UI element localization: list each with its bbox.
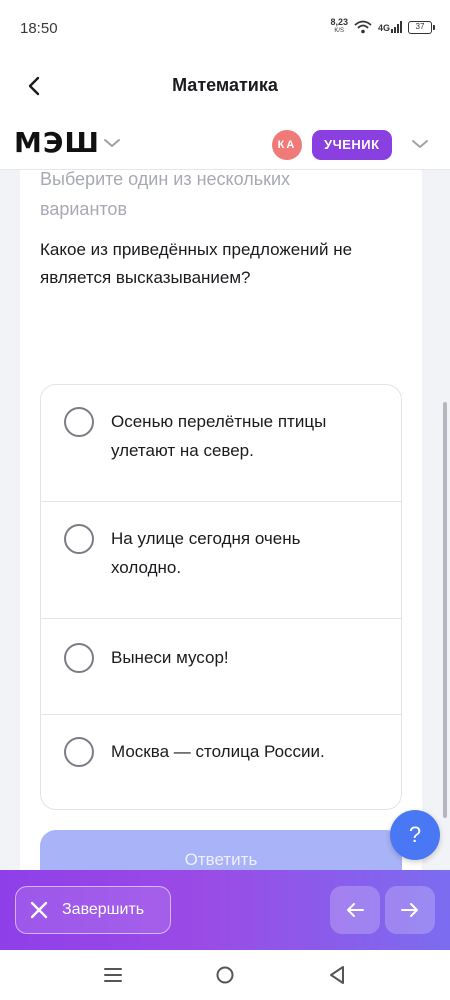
app-header: Математика	[0, 58, 450, 114]
answer-option-label: На улице сегодня очень холодно.	[111, 529, 301, 577]
help-button[interactable]: ?	[390, 810, 440, 860]
next-question-button[interactable]	[385, 886, 435, 934]
net-speed: 8,23 K/S	[330, 18, 348, 36]
network-type: 4G	[377, 23, 390, 33]
answer-options: Осенью перелётные птицы улетают на север…	[40, 384, 402, 810]
cell-signal-icon: 4G	[378, 21, 402, 33]
answer-option-1[interactable]: Осенью перелётные птицы улетают на север…	[41, 385, 401, 502]
status-icons: 8,23 K/S 4G 37	[330, 18, 435, 36]
home-icon	[216, 966, 234, 984]
chevron-down-icon[interactable]	[102, 136, 122, 150]
system-menu-button[interactable]	[100, 962, 126, 988]
task-card: Выберите один из нескольких вариантов Ка…	[20, 169, 422, 890]
system-home-button[interactable]	[212, 962, 238, 988]
answer-option-2[interactable]: На улице сегодня очень холодно.	[41, 502, 401, 619]
task-hint: Выберите один из нескольких вариантов	[40, 169, 291, 219]
radio-button[interactable]	[64, 737, 94, 767]
answer-option-4[interactable]: Москва — столица России.	[41, 715, 401, 809]
net-speed-unit: K/S	[334, 28, 345, 34]
task-question: Какое из приведённых предложений не явля…	[40, 240, 353, 287]
arrow-left-icon	[347, 903, 364, 917]
answer-option-label: Вынеси мусор!	[111, 648, 229, 667]
radio-button[interactable]	[64, 643, 94, 673]
previous-question-button[interactable]	[330, 886, 380, 934]
triangle-back-icon	[330, 966, 344, 984]
role-badge[interactable]: УЧЕНИК	[312, 130, 392, 160]
system-navigation	[0, 950, 450, 1000]
answer-option-label: Москва — столица России.	[111, 742, 325, 761]
arrow-right-icon	[401, 903, 418, 917]
status-time: 18:50	[20, 20, 58, 37]
radio-button[interactable]	[64, 407, 94, 437]
page-title: Математика	[172, 75, 278, 95]
status-bar: 18:50 8,23 K/S 4G 37	[0, 0, 450, 58]
profile-chevron-down-icon[interactable]	[410, 137, 430, 151]
finish-label: Завершить	[62, 901, 145, 918]
radio-button[interactable]	[64, 524, 94, 554]
battery-icon: 37	[408, 20, 435, 34]
action-bar: Завершить	[0, 870, 450, 950]
finish-button[interactable]: Завершить	[15, 886, 171, 934]
screen: 18:50 8,23 K/S 4G 37 Математика МЭШ КА У…	[0, 0, 450, 1000]
answer-option-3[interactable]: Вынеси мусор!	[41, 619, 401, 715]
avatar[interactable]: КА	[272, 130, 302, 160]
menu-icon	[104, 968, 122, 982]
answer-option-label: Осенью перелётные птицы улетают на север…	[111, 412, 327, 460]
mesh-logo[interactable]: МЭШ	[14, 128, 100, 158]
scrollbar[interactable]	[443, 402, 447, 818]
battery-level: 37	[415, 21, 425, 31]
system-back-button[interactable]	[324, 962, 350, 988]
wifi-icon	[354, 20, 372, 34]
close-icon	[30, 901, 48, 919]
net-speed-value: 8,23	[330, 17, 348, 27]
